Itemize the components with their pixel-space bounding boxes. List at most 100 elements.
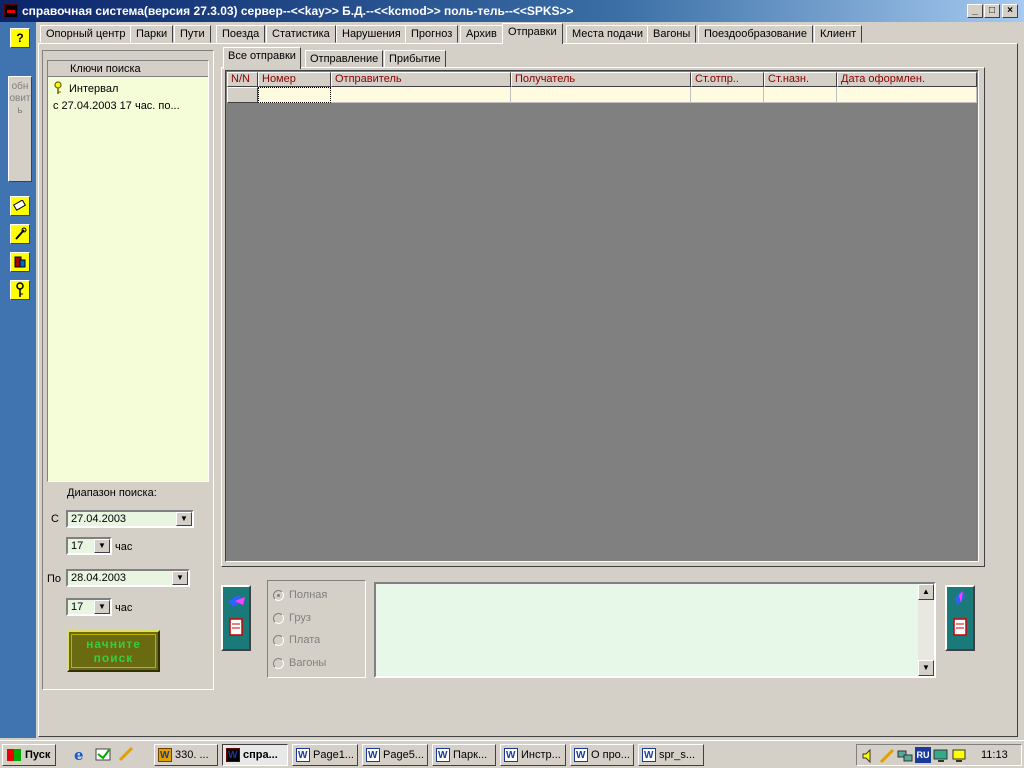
tab-parki[interactable]: Парки	[130, 25, 174, 43]
svg-text:e: e	[74, 746, 84, 762]
col-header-st-nazn[interactable]: Ст.назн.	[764, 72, 837, 87]
taskbar-button-4[interactable]: Page5...	[362, 744, 428, 766]
monitor-icon[interactable]	[933, 748, 949, 764]
pencil-icon[interactable]	[118, 746, 134, 762]
speaker-icon[interactable]	[861, 748, 877, 764]
language-indicator[interactable]: RU	[915, 747, 931, 763]
ie-icon[interactable]: e	[72, 746, 88, 764]
taskbar-button-6[interactable]: Инстр...	[500, 744, 566, 766]
help-icon[interactable]: ?	[10, 28, 30, 48]
subtab-pribytie[interactable]: Прибытие	[384, 50, 446, 68]
grid-cell[interactable]	[764, 87, 837, 103]
maximize-button[interactable]: □	[984, 4, 1000, 18]
col-header-data-oformlen[interactable]: Дата оформлен.	[837, 72, 977, 87]
search-key-value[interactable]: с 27.04.2003 17 час. по...	[53, 100, 205, 112]
start-button[interactable]: Пуск	[2, 744, 56, 766]
print-icon	[953, 591, 967, 636]
tab-poezda[interactable]: Поезда	[216, 25, 266, 43]
col-header-nomer[interactable]: Номер	[258, 72, 331, 87]
chevron-down-icon[interactable]: ▼	[94, 600, 110, 614]
tab-mesta-podachi[interactable]: Места подачи	[566, 25, 649, 43]
grid-cell[interactable]	[837, 87, 977, 103]
row-indicator[interactable]	[227, 87, 258, 103]
outlook-icon[interactable]	[95, 746, 111, 762]
key-icon[interactable]	[10, 280, 30, 300]
taskbar-button-2[interactable]: спра...	[222, 744, 288, 766]
chevron-down-icon[interactable]: ▼	[176, 512, 192, 526]
key-icon	[53, 81, 63, 98]
radio-polnaya[interactable]: Полная	[273, 589, 327, 601]
grid-cell[interactable]	[511, 87, 691, 103]
radio-dot	[273, 657, 284, 669]
from-hour-unit: час	[115, 541, 133, 553]
app-icon[interactable]	[4, 4, 18, 18]
windows-icon	[7, 749, 21, 761]
shipments-grid[interactable]	[225, 70, 979, 562]
col-header-nn[interactable]: N/N	[227, 72, 258, 87]
radio-plata[interactable]: Плата	[273, 634, 320, 646]
tab-puti[interactable]: Пути	[174, 25, 211, 43]
wrench-icon[interactable]	[10, 224, 30, 244]
tab-arhiv[interactable]: Архив	[460, 25, 503, 43]
memo-scrollbar[interactable]: ▲ ▼	[918, 584, 934, 676]
tab-narusheniya[interactable]: Нарушения	[336, 25, 407, 43]
window-title: справочная система(версия 27.3.03) серве…	[22, 4, 574, 18]
refresh-button[interactable]: обновить	[8, 76, 32, 182]
to-hour-value: 17	[71, 601, 84, 613]
eraser-icon[interactable]	[10, 196, 30, 216]
subtab-otpravlenie[interactable]: Отправление	[305, 50, 384, 68]
network-icon[interactable]	[897, 748, 913, 764]
from-hour-select[interactable]: 17 ▼	[66, 537, 112, 555]
chevron-down-icon[interactable]: ▼	[94, 539, 110, 553]
detail-memo[interactable]: ▲ ▼	[374, 582, 936, 678]
tab-prognoz[interactable]: Прогноз	[405, 25, 459, 43]
start-search-button[interactable]: начните поиск	[67, 630, 160, 672]
tab-vagony[interactable]: Вагоны	[647, 25, 697, 43]
radio-gruz[interactable]: Груз	[273, 612, 311, 624]
search-keys-list[interactable]	[47, 60, 209, 482]
search-keys-header: Ключи поиска	[48, 61, 208, 77]
pencil-icon[interactable]	[879, 748, 895, 764]
left-toolbar: ? обновить	[0, 22, 36, 738]
tab-opornyi-centr[interactable]: Опорный центр	[40, 25, 132, 43]
col-header-st-otpr[interactable]: Ст.отпр..	[691, 72, 764, 87]
display-icon[interactable]	[951, 748, 967, 764]
taskbar-button-7[interactable]: О про...	[570, 744, 634, 766]
radio-dot	[273, 634, 284, 646]
to-hour-select[interactable]: 17 ▼	[66, 598, 112, 616]
to-label: По	[47, 573, 62, 585]
print-right-button[interactable]	[945, 585, 975, 651]
taskbar-button-5[interactable]: Парк...	[432, 744, 496, 766]
subtab-vse-otpravki[interactable]: Все отправки	[223, 47, 301, 69]
taskbar-button-1[interactable]: 330. ...	[154, 744, 218, 766]
title-bar[interactable]: справочная система(версия 27.3.03) серве…	[0, 0, 1024, 22]
to-date-select[interactable]: 28.04.2003 ▼	[66, 569, 190, 587]
search-key-label[interactable]: Интервал	[69, 83, 118, 95]
from-date-select[interactable]: 27.04.2003 ▼	[66, 510, 194, 528]
col-header-poluchatel[interactable]: Получатель	[511, 72, 691, 87]
scroll-up-icon[interactable]: ▲	[918, 584, 934, 600]
taskbar-button-3[interactable]: Page1...	[292, 744, 358, 766]
grid-cell[interactable]	[258, 87, 331, 103]
radio-dot	[273, 589, 284, 601]
chevron-down-icon[interactable]: ▼	[172, 571, 188, 585]
clock[interactable]: 11:13	[981, 749, 1008, 761]
grid-cell[interactable]	[331, 87, 511, 103]
radio-vagony[interactable]: Вагоны	[273, 657, 326, 669]
print-icon	[228, 595, 245, 636]
grid-cell[interactable]	[691, 87, 764, 103]
scroll-down-icon[interactable]: ▼	[918, 660, 934, 676]
from-date-value: 27.04.2003	[71, 513, 127, 525]
tab-statistika[interactable]: Статистика	[266, 25, 336, 43]
to-hour-unit: час	[115, 602, 133, 614]
taskbar-button-8[interactable]: spr_s...	[638, 744, 704, 766]
from-hour-value: 17	[71, 540, 84, 552]
col-header-otpravitel[interactable]: Отправитель	[331, 72, 511, 87]
tab-otpravki[interactable]: Отправки	[502, 23, 563, 44]
close-button[interactable]: ×	[1002, 4, 1018, 18]
stamp-icon[interactable]	[10, 252, 30, 272]
tab-poezdoobrazovanie[interactable]: Поездообразование	[698, 25, 813, 43]
minimize-button[interactable]: _	[967, 4, 983, 18]
tab-klient[interactable]: Клиент	[814, 25, 863, 43]
print-left-button[interactable]	[221, 585, 251, 651]
